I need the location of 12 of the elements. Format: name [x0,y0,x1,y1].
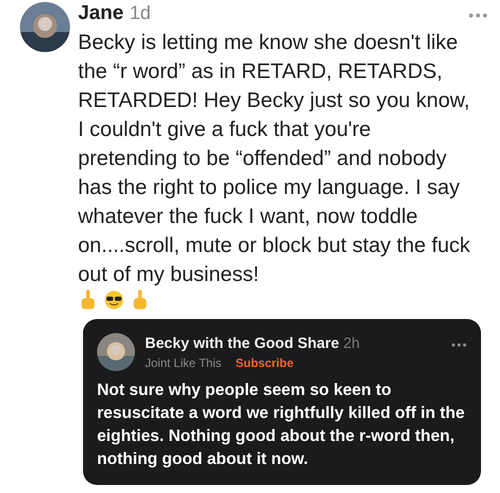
quoted-note-card[interactable] [83,319,481,485]
author-name[interactable]: Jane [78,2,124,25]
quoted-post-time: 2h [343,334,360,352]
subscribe-link[interactable]: Subscribe [235,356,294,370]
post-time: 1d [130,3,151,25]
more-icon[interactable] [468,12,488,18]
quoted-text: Not sure why people seem so keen to resuscitate a word we rightfully killed off in the eighties. Nothing good about the r-word then, nothing good about it now. [97,380,466,470]
more-icon[interactable] [451,343,467,347]
publication-name[interactable]: Joint Like This [145,356,222,370]
quoted-author-name[interactable]: Becky with the Good Share [145,334,340,352]
post-text: Becky is letting me know she doesn't like the “r word” as in RETARD, RETARDS, RETARDED! Hey Becky just so you know, I couldn't give a fuck that you're pretending to be “offended” and nobody has the right to police my language. I say whatever the fuck I want, now toddle on....scroll, mute or block but stay the fuck out of my business! [78,30,472,288]
sunglasses-face-icon [104,289,124,311]
